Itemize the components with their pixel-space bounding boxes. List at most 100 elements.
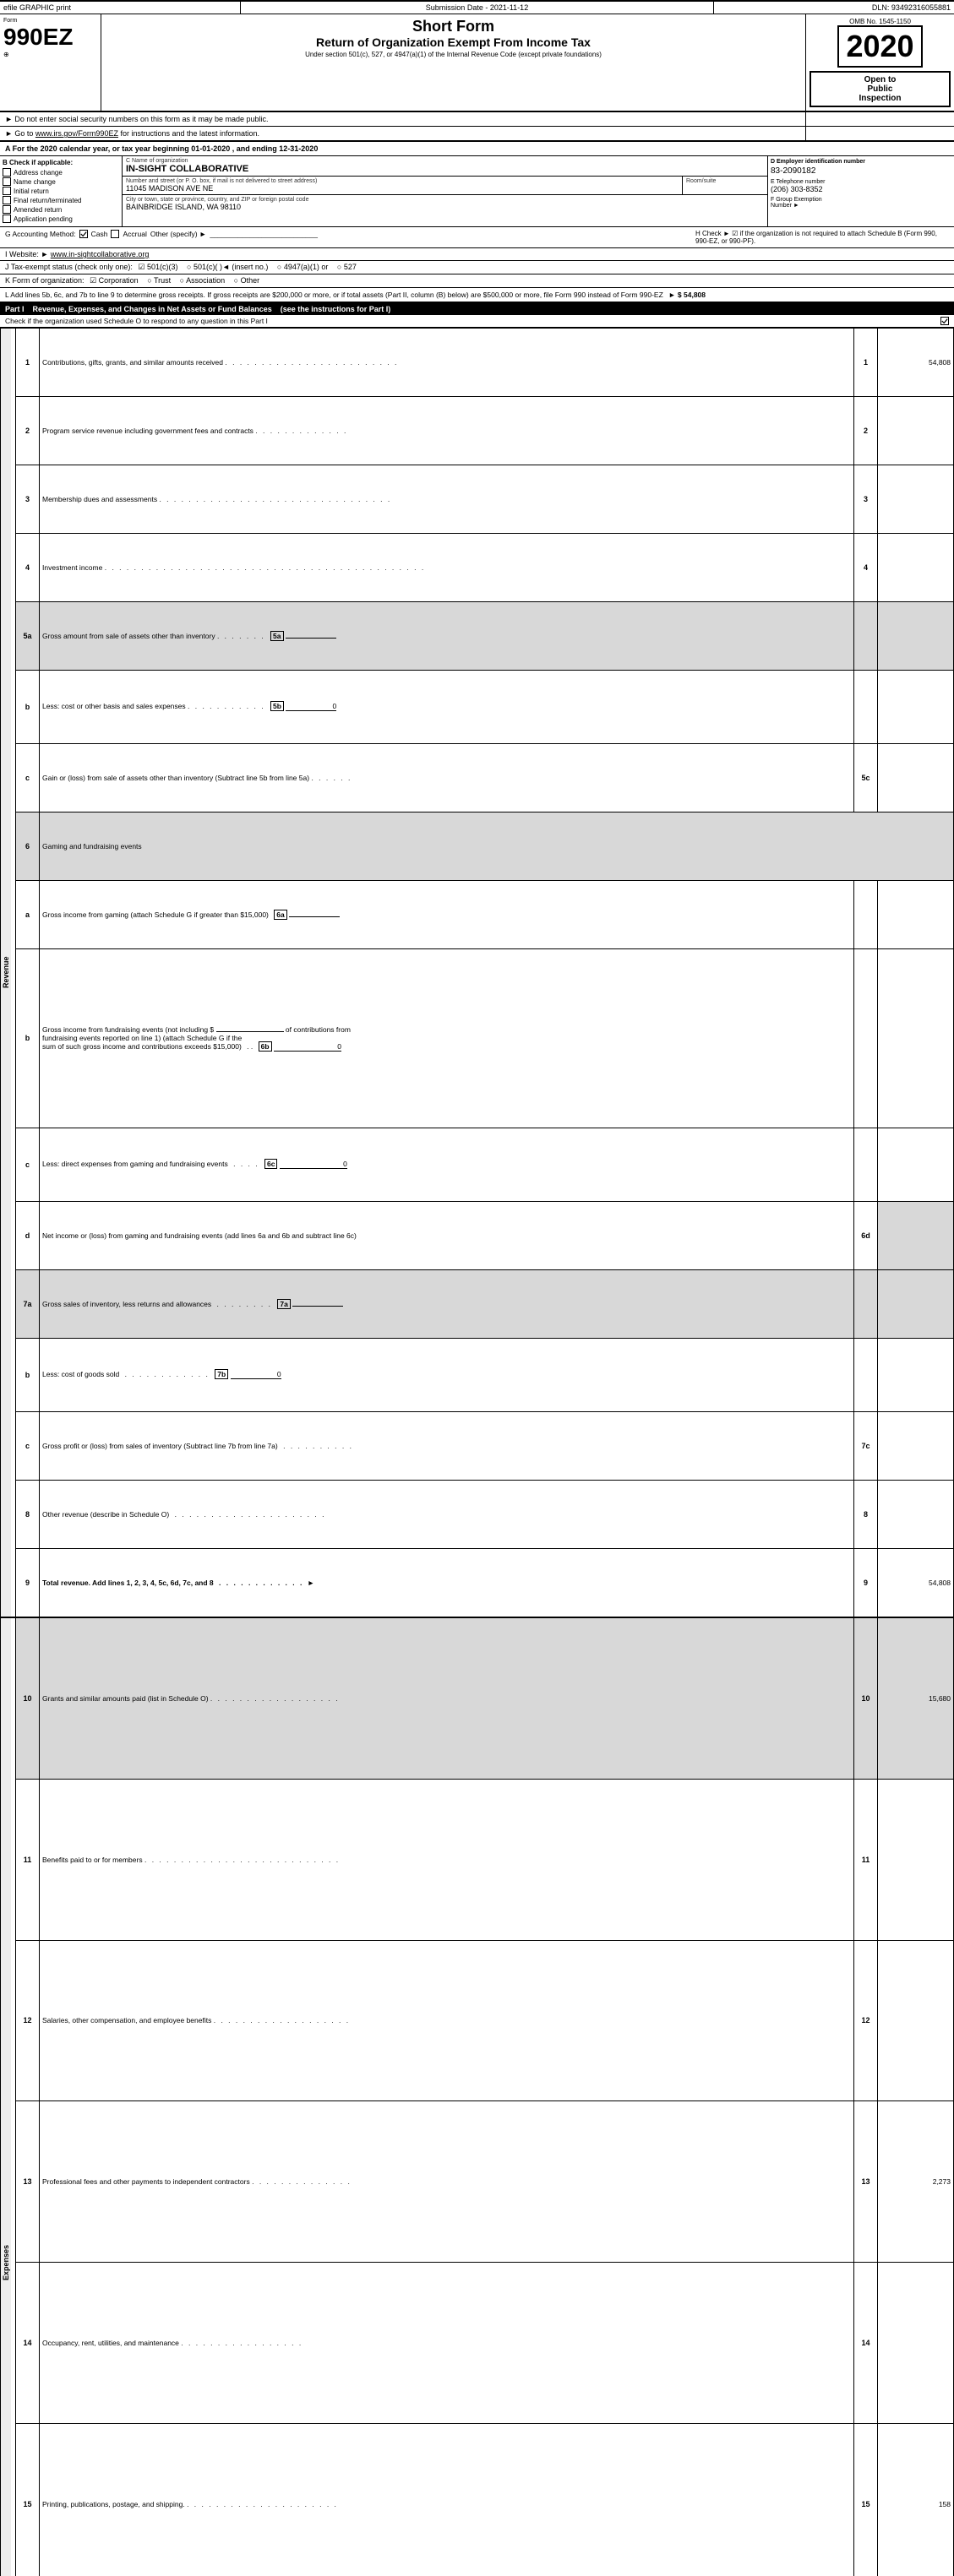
- expenses-section: Expenses 10 Grants and similar amounts p…: [1, 1618, 954, 1780]
- addr-value: 11045 MADISON AVE NE: [126, 184, 679, 193]
- line3-desc-text: Membership dues and assessments: [42, 495, 157, 503]
- line6b-prefix: Gross income from fundraising events (no…: [42, 1025, 214, 1034]
- line11-desc: Benefits paid to or for members . . . . …: [40, 1779, 854, 1940]
- form-org-corp[interactable]: ☑ Corporation: [90, 276, 139, 285]
- line2-ref: 2: [854, 396, 878, 465]
- line6d-ref: 6d: [854, 1201, 878, 1269]
- line15-row: 15 Printing, publications, postage, and …: [1, 2423, 954, 2576]
- line6b-blank: [216, 1031, 284, 1032]
- line6a-desc-text: Gross income from gaming (attach Schedul…: [42, 910, 269, 919]
- line6c-text: Less: direct expenses from gaming and fu…: [42, 1160, 228, 1168]
- line5c-row: c Gain or (loss) from sale of assets oth…: [1, 744, 954, 812]
- schedule-check-box[interactable]: [940, 317, 949, 325]
- website-label: I Website: ►: [5, 250, 48, 258]
- cash-checkbox[interactable]: [79, 230, 88, 238]
- name-change-checkbox[interactable]: [3, 177, 11, 186]
- line9-desc: Total revenue. Add lines 1, 2, 3, 4, 5c,…: [40, 1548, 854, 1617]
- check-if-applicable-label: B Check if applicable:: [3, 159, 119, 166]
- line2-desc: Program service revenue including govern…: [40, 396, 854, 465]
- line7b-row: b Less: cost of goods sold . . . . . . .…: [1, 1338, 954, 1411]
- form-org-assoc[interactable]: ○ Association: [180, 276, 225, 285]
- app-pending-checkbox[interactable]: [3, 215, 11, 223]
- line5a-sub-ref: 5a: [270, 631, 283, 641]
- tax-status-501c3[interactable]: ☑ 501(c)(3): [138, 263, 177, 271]
- address-change-checkbox[interactable]: [3, 168, 11, 177]
- line11-amount: [878, 1779, 954, 1940]
- amended-return-checkbox[interactable]: [3, 205, 11, 214]
- form-number: 990EZ: [3, 24, 97, 51]
- line3-desc: Membership dues and assessments . . . . …: [40, 465, 854, 533]
- go-to-rest: for instructions and the latest informat…: [118, 129, 259, 138]
- org-name-row: C Name of organization IN-SIGHT COLLABOR…: [123, 156, 767, 177]
- ein-value: 83-2090182: [771, 166, 951, 176]
- form-label: Form: [3, 18, 97, 24]
- tax-status-row: J Tax-exempt status (check only one): ☑ …: [0, 261, 954, 274]
- form-org-trust[interactable]: ○ Trust: [147, 276, 171, 285]
- line6b-dots: . .: [247, 1042, 253, 1051]
- line2-desc-text: Program service revenue including govern…: [42, 427, 253, 435]
- line13-desc: Professional fees and other payments to …: [40, 2101, 854, 2263]
- form-title-col: Short Form Return of Organization Exempt…: [101, 14, 806, 111]
- part-i-title: Revenue, Expenses, and Changes in Net As…: [33, 305, 272, 313]
- line1-desc: Contributions, gifts, grants, and simila…: [40, 329, 854, 397]
- tax-status-527[interactable]: ○ 527: [337, 263, 357, 271]
- acct-label: G Accounting Method:: [5, 230, 76, 238]
- website-value[interactable]: www.in-sightcollaborative.org: [51, 250, 150, 258]
- line6b-sub-ref: 6b: [259, 1041, 272, 1052]
- efile-label: efile GRAPHIC print: [0, 2, 241, 14]
- line6d-amount: [878, 1201, 954, 1269]
- revenue-label-text: Revenue: [1, 329, 11, 1617]
- line15-num: 15: [16, 2423, 40, 2576]
- line7c-dots: . . . . . . . . . .: [283, 1442, 353, 1450]
- name-change-item: Name change: [3, 177, 119, 186]
- line5b-num: b: [16, 670, 40, 743]
- form-title-main: Short Form: [108, 18, 799, 35]
- line12-text: Salaries, other compensation, and employ…: [42, 2016, 211, 2024]
- line11-dots: . . . . . . . . . . . . . . . . . . . . …: [144, 1856, 340, 1864]
- acct-method-row: G Accounting Method: Cash Accrual Other …: [0, 227, 954, 248]
- tax-year-row: A For the 2020 calendar year, or tax yea…: [0, 142, 954, 156]
- line6b-text1: Gross income from fundraising events (no…: [42, 1025, 851, 1034]
- omb-col: OMB No. 1545-1150 2020 Open to Public In…: [806, 14, 954, 111]
- open-inspection: Open to Public Inspection: [810, 71, 951, 107]
- line12-amount: [878, 1940, 954, 2101]
- line6b-row: b Gross income from fundraising events (…: [1, 948, 954, 1128]
- line7c-text: Gross profit or (loss) from sales of inv…: [42, 1442, 278, 1450]
- line15-text: Printing, publications, postage, and shi…: [42, 2500, 185, 2508]
- submission-date: Submission Date - 2021-11-12: [241, 2, 715, 14]
- form-title-sub: Return of Organization Exempt From Incom…: [108, 35, 799, 49]
- line11-row: 11 Benefits paid to or for members . . .…: [1, 1779, 954, 1940]
- accrual-checkbox[interactable]: [111, 230, 119, 238]
- line13-text: Professional fees and other payments to …: [42, 2177, 250, 2186]
- line1-ref: 1: [854, 329, 878, 397]
- address-change-label: Address change: [14, 169, 63, 177]
- initial-return-checkbox[interactable]: [3, 187, 11, 195]
- line12-dots: . . . . . . . . . . . . . . . . . . .: [214, 2016, 350, 2024]
- gross-receipts-amount: ► $ 54,808: [668, 291, 706, 299]
- line4-ref: 4: [854, 533, 878, 601]
- line7a-dots: . . . . . . . .: [217, 1300, 272, 1308]
- accrual-label: Accrual: [123, 230, 146, 238]
- city-label: City or town, state or province, country…: [126, 197, 764, 203]
- final-return-checkbox[interactable]: [3, 196, 11, 204]
- line5b-amount: [878, 670, 954, 743]
- tax-status-501c[interactable]: ○ 501(c)( )◄ (insert no.): [187, 263, 268, 271]
- line1-desc-text: Contributions, gifts, grants, and simila…: [42, 358, 223, 367]
- line6a-amount: [878, 880, 954, 948]
- page: efile GRAPHIC print Submission Date - 20…: [0, 0, 954, 2576]
- amended-return-item: Amended return: [3, 205, 119, 214]
- line10-amount: 15,680: [878, 1618, 954, 1780]
- room-label: Room/suite: [686, 178, 764, 184]
- line7b-ref: [854, 1338, 878, 1411]
- line5a-desc-text: Gross amount from sale of assets other t…: [42, 632, 215, 640]
- line5a-ref: [854, 601, 878, 670]
- form-org-other[interactable]: ○ Other: [234, 276, 259, 285]
- left-checks-col: B Check if applicable: Address change Na…: [0, 156, 123, 226]
- line6c-desc: Less: direct expenses from gaming and fu…: [40, 1128, 854, 1201]
- irs-link[interactable]: www.irs.gov/Form990EZ: [35, 129, 118, 138]
- line13-ref: 13: [854, 2101, 878, 2263]
- line5b-desc-text: Less: cost or other basis and sales expe…: [42, 702, 186, 710]
- omb-label: OMB No. 1545-1150: [810, 18, 951, 25]
- line6c-num: c: [16, 1128, 40, 1201]
- tax-status-4947[interactable]: ○ 4947(a)(1) or: [277, 263, 328, 271]
